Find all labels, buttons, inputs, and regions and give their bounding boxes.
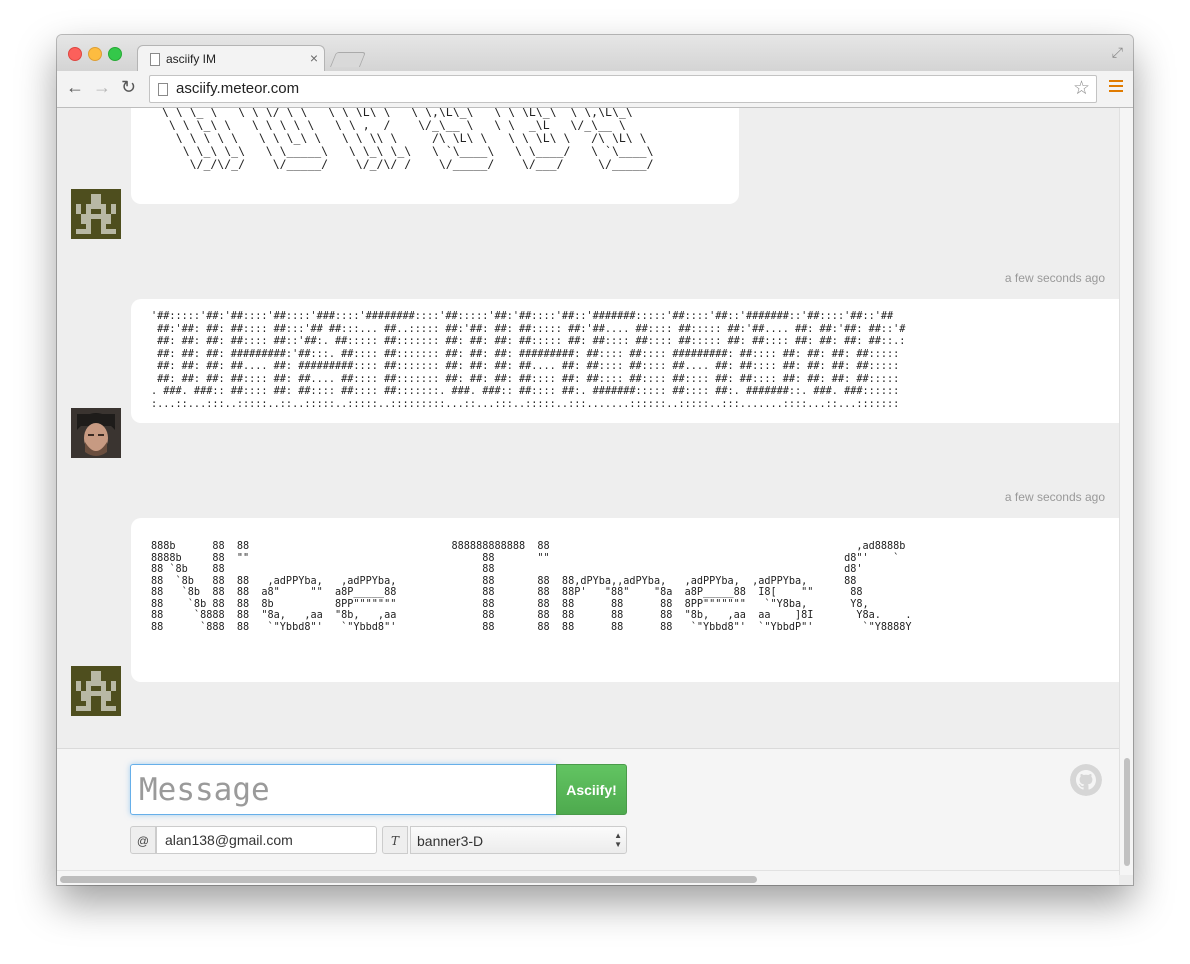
font-addon-icon: T bbox=[382, 826, 408, 854]
message-bubble: \ \ \_ \ \ \ \/ \ \ \ \ \L\ \ \ \,\L\_\ … bbox=[131, 108, 739, 204]
page-icon bbox=[150, 53, 160, 66]
horizontal-scrollbar[interactable] bbox=[57, 870, 1119, 885]
ascii-art-text: \ \ \_ \ \ \ \/ \ \ \ \ \L\ \ \ \,\L\_\ … bbox=[161, 108, 654, 171]
minimize-window-button[interactable] bbox=[88, 47, 102, 61]
page-icon bbox=[158, 83, 168, 96]
message-composer: Asciify! @ T banner3-D ▲▼ bbox=[57, 748, 1119, 871]
asciify-button[interactable]: Asciify! bbox=[556, 764, 627, 815]
ascii-art-text: '##:::::'##:'##::::'##::::'###::::'#####… bbox=[151, 311, 906, 410]
browser-toolbar: ← → ↻ asciify.meteor.com ☆ bbox=[57, 71, 1133, 108]
bookmark-star-icon[interactable]: ☆ bbox=[1073, 77, 1090, 100]
back-arrow-icon[interactable]: ← bbox=[66, 77, 84, 97]
address-bar[interactable]: asciify.meteor.com ☆ bbox=[149, 75, 1097, 103]
pixel-robot-avatar bbox=[71, 189, 121, 239]
message-input[interactable] bbox=[130, 764, 557, 815]
new-tab-button[interactable] bbox=[329, 52, 367, 67]
close-window-button[interactable] bbox=[68, 47, 82, 61]
github-icon[interactable] bbox=[1070, 764, 1102, 796]
reload-icon[interactable]: ↻ bbox=[121, 77, 136, 97]
vertical-scrollbar[interactable] bbox=[1119, 108, 1133, 875]
select-arrows-icon: ▲ ▼ bbox=[614, 831, 622, 849]
tab-close-icon[interactable]: × bbox=[310, 50, 318, 66]
font-select-value: banner3-D bbox=[417, 833, 484, 849]
url-text[interactable]: asciify.meteor.com bbox=[176, 80, 299, 97]
email-at-addon: @ bbox=[130, 826, 156, 854]
email-field[interactable] bbox=[156, 826, 377, 854]
horizontal-scrollbar-thumb[interactable] bbox=[60, 876, 757, 883]
message-timestamp: a few seconds ago bbox=[1004, 271, 1105, 285]
bearded-man-photo-avatar bbox=[71, 408, 121, 458]
pixel-robot-avatar bbox=[71, 666, 121, 716]
forward-arrow-icon[interactable]: → bbox=[93, 77, 111, 97]
ascii-art-text: 888b 88 88 888888888888 88 ,ad8888b 8888… bbox=[151, 541, 912, 633]
message-bubble: 888b 88 88 888888888888 88 ,ad8888b 8888… bbox=[131, 518, 1119, 682]
vertical-scrollbar-thumb[interactable] bbox=[1124, 758, 1130, 866]
font-select[interactable]: banner3-D ▲ ▼ bbox=[410, 826, 627, 854]
zoom-window-button[interactable] bbox=[108, 47, 122, 61]
browser-tab[interactable]: asciify IM × bbox=[137, 45, 325, 72]
tab-title: asciify IM bbox=[166, 52, 217, 66]
browser-window: asciify IM × ⤢ ← → ↻ asciify.meteor.com … bbox=[57, 35, 1133, 885]
fullscreen-icon[interactable]: ⤢ bbox=[1112, 44, 1123, 61]
message-timestamp: a few seconds ago bbox=[1004, 490, 1105, 504]
title-bar: asciify IM × ⤢ bbox=[57, 35, 1133, 72]
chrome-menu-icon[interactable] bbox=[1109, 80, 1123, 95]
message-bubble: '##:::::'##:'##::::'##::::'###::::'#####… bbox=[131, 299, 1119, 423]
chat-feed[interactable]: \ \ \_ \ \ \ \/ \ \ \ \ \L\ \ \ \,\L\_\ … bbox=[57, 108, 1119, 748]
